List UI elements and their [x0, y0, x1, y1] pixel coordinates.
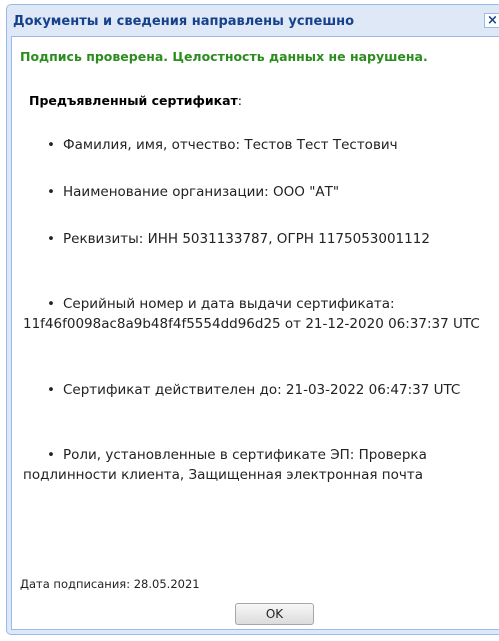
- list-item-text: Роли, установленные в сертификате ЭП: Пр…: [23, 447, 427, 483]
- list-item-validity: • Сертификат действителен до: 21-03-2022 …: [23, 380, 485, 400]
- signing-date: Дата подписания: 28.05.2021: [20, 577, 200, 591]
- list-item-text: Фамилия, имя, отчество: Тестов Тест Тест…: [63, 137, 398, 153]
- list-item-text: Серийный номер и дата выдачи сертификата…: [23, 296, 480, 332]
- bullet-icon: •: [47, 231, 55, 247]
- certificate-heading-colon: :: [237, 93, 243, 108]
- dialog-title: Документы и сведения направлены успешно: [13, 14, 355, 29]
- list-item-organization: • Наименование организации: ООО "АТ": [23, 182, 485, 202]
- list-item-text: Сертификат действителен до: 21-03-2022 0…: [63, 382, 461, 398]
- bullet-icon: •: [47, 184, 55, 200]
- dialog-body: Подпись проверена. Целостность данных не…: [11, 36, 499, 630]
- list-item-requisites: • Реквизиты: ИНН 5031133787, ОГРН 1175053…: [23, 229, 485, 249]
- list-item-roles: • Роли, установленные в сертификате ЭП: П…: [23, 445, 485, 485]
- list-item-text: Наименование организации: ООО "АТ": [63, 184, 340, 200]
- certificate-heading: Предъявленный сертификат:: [29, 93, 242, 108]
- list-item-serial: • Серийный номер и дата выдачи сертификат…: [23, 294, 485, 334]
- bullet-icon: •: [47, 137, 55, 153]
- certificate-dialog: Документы и сведения направлены успешно …: [6, 4, 499, 635]
- ok-button[interactable]: OK: [235, 603, 314, 625]
- certificate-heading-text: Предъявленный сертификат: [29, 93, 238, 108]
- bullet-icon: •: [47, 447, 55, 463]
- bullet-icon: •: [47, 296, 55, 312]
- close-icon[interactable]: ×: [484, 13, 499, 28]
- signature-status: Подпись проверена. Целостность данных не…: [20, 49, 428, 64]
- list-item-text: Реквизиты: ИНН 5031133787, ОГРН 11750530…: [63, 231, 430, 247]
- list-item-fio: • Фамилия, имя, отчество: Тестов Тест Тес…: [23, 135, 485, 155]
- bullet-icon: •: [47, 382, 55, 398]
